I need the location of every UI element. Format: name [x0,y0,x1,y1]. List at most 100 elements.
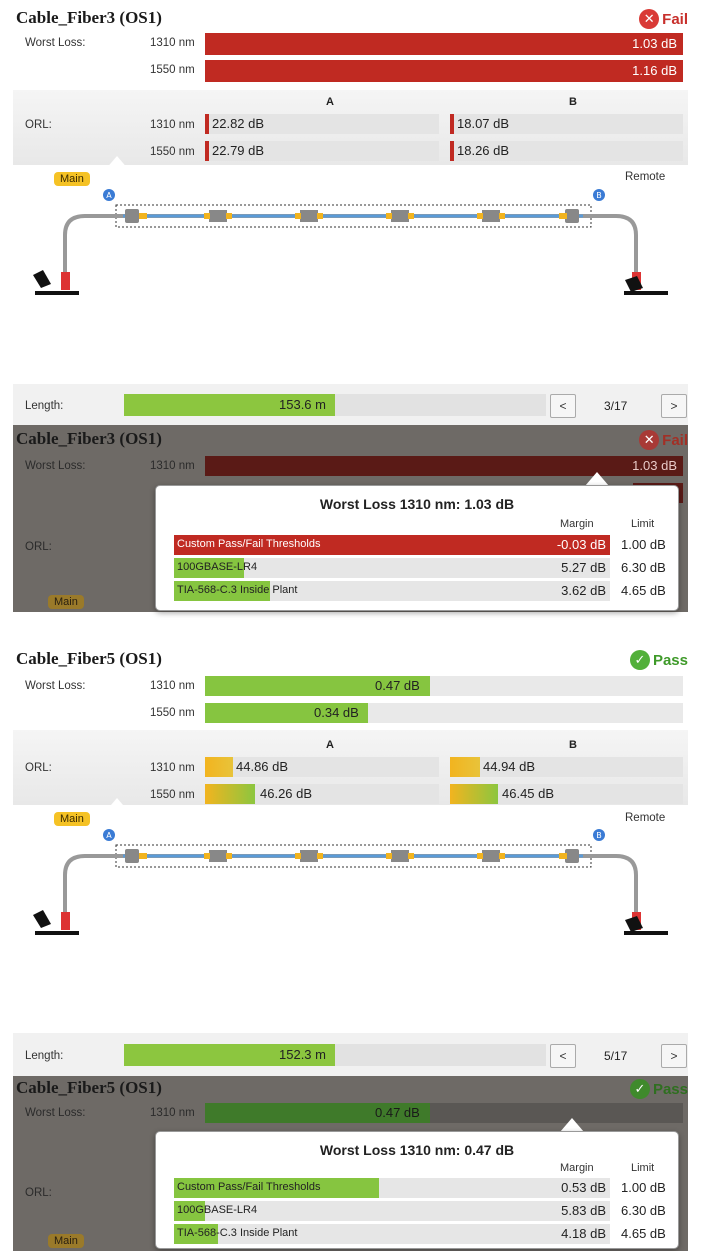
loss-wavelength: 1310 nm [150,1107,195,1119]
threshold-margin: -0.03 dB [556,537,606,552]
loss-bar-1310[interactable]: 1.03 dB [205,33,683,55]
threshold-row[interactable]: TIA-568-C.3 Inside Plant 3.62 dB [174,581,610,601]
loss-bar-1310[interactable]: 0.47 dB [205,1103,683,1123]
cable-title: Cable_Fiber5 (OS1) [16,1078,162,1097]
threshold-row[interactable]: 100GBASE-LR4 5.83 dB [174,1201,610,1221]
loss-bar-1550[interactable]: 0.34 dB [205,703,683,723]
orl-label: ORL: [25,541,52,553]
threshold-row[interactable]: Custom Pass/Fail Thresholds 0.53 dB [174,1178,610,1198]
loss-wavelength: 1310 nm [150,37,195,49]
loss-bar-1550[interactable]: 1.16 dB [205,60,683,82]
threshold-row[interactable]: TIA-568-C.3 Inside Plant 4.18 dB [174,1224,610,1244]
popup-title: Worst Loss 1310 nm: 0.47 dB [319,1142,515,1158]
orl-a-1550[interactable]: 46.26 dB [205,784,439,804]
prev-button[interactable]: < [550,394,576,418]
svg-text:A: A [106,191,112,200]
loss-value: 1.16 dB [632,63,677,78]
fiber-link-graphic: A B [33,829,668,935]
threshold-limit: 4.65 dB [621,1226,666,1241]
section-pointer [105,156,129,170]
threshold-margin: 5.83 dB [561,1203,606,1218]
worst-loss-label: Worst Loss: [25,37,86,49]
length-bar[interactable]: 152.3 m [124,1044,546,1066]
orl-bar-fill [450,141,454,161]
next-button[interactable]: > [661,394,687,418]
orl-b-1310[interactable]: 18.07 dB [450,114,683,134]
link-diagram: Main Remote A B [13,798,688,1028]
test-device-remote-icon [624,272,668,295]
length-value: 152.3 m [279,1047,326,1062]
orl-value: 44.94 dB [483,759,536,774]
result-panel-fiber5: Cable_Fiber5 (OS1) ✓ Pass Worst Loss: 13… [13,645,688,1076]
status-text: Pass [652,1080,688,1098]
page-indicator: 3/17 [604,399,628,413]
main-tag[interactable]: Main [48,1234,84,1248]
orl-b-1310[interactable]: 44.94 dB [450,757,683,777]
length-bar[interactable]: 153.6 m [124,394,546,416]
page-indicator: 5/17 [604,1049,628,1063]
limit-header: Limit [631,1162,655,1174]
orl-value: 44.86 dB [236,759,289,774]
loss-wavelength: 1550 nm [150,64,195,76]
orl-bar-fill [450,784,498,804]
status-badge: ✓ Pass [629,650,688,670]
result-panel-fiber3: Cable_Fiber3 (OS1) ✕ Fail Worst Loss: 13… [13,6,688,425]
loss-value: 0.47 dB [375,678,420,693]
fail-icon: ✕ [639,9,660,29]
orl-b-1550[interactable]: 18.26 dB [450,141,683,161]
loss-value: 1.03 dB [632,36,677,51]
threshold-limit: 4.65 dB [621,583,666,598]
column-a-header: A [326,739,334,751]
threshold-name: 100GBASE-LR4 [177,1204,258,1216]
orl-value: 18.26 dB [457,143,510,158]
loss-bar-fill [205,60,683,82]
loss-wavelength: 1310 nm [150,460,195,472]
length-value: 153.6 m [279,397,326,412]
orl-value: 46.26 dB [260,786,313,801]
status-text: Pass [652,651,688,669]
orl-bar-fill [205,784,255,804]
orl-wavelength: 1310 nm [150,119,195,131]
main-tag[interactable]: Main [48,595,84,609]
prev-button[interactable]: < [550,1044,576,1068]
popup-pointer [560,1118,584,1132]
link-diagram: Main Remote A B [13,156,688,382]
status-badge: ✓ Pass [629,1079,688,1099]
orl-label: ORL: [25,119,52,131]
orl-bar-fill [205,141,209,161]
threshold-margin: 0.53 dB [561,1180,606,1195]
svg-text:A: A [106,831,112,840]
orl-a-1550[interactable]: 22.79 dB [205,141,439,161]
loss-value: 1.03 dB [632,458,677,473]
threshold-name: TIA-568-C.3 Inside Plant [177,1227,298,1239]
status-badge: ✕ Fail [639,9,688,29]
threshold-row[interactable]: 100GBASE-LR4 5.27 dB [174,558,610,578]
orl-b-1550[interactable]: 46.45 dB [450,784,683,804]
popup-pointer [585,472,609,486]
threshold-name: 100GBASE-LR4 [177,561,258,573]
loss-bar-1310[interactable]: 1.03 dB [205,456,683,476]
loss-wavelength: 1550 nm [150,707,195,719]
orl-bar-fill [450,757,480,777]
test-device-remote-icon [624,912,668,935]
threshold-limit: 1.00 dB [621,537,666,552]
status-text: Fail [662,431,688,449]
popup-title: Worst Loss 1310 nm: 1.03 dB [319,496,515,512]
threshold-limit: 6.30 dB [621,1203,666,1218]
check-icon: ✓ [629,650,650,670]
column-b-header: B [569,96,577,108]
orl-bar-fill [450,114,454,134]
orl-value: 22.82 dB [212,116,265,131]
next-button[interactable]: > [661,1044,687,1068]
loss-bar-1310[interactable]: 0.47 dB [205,676,683,696]
margin-header: Margin [560,1162,594,1174]
column-b-header: B [569,739,577,751]
loss-value: 0.34 dB [314,705,359,720]
status-badge: ✕ Fail [639,430,688,450]
threshold-row[interactable]: Custom Pass/Fail Thresholds -0.03 dB [174,535,610,555]
loss-bar-fill [205,33,683,55]
worst-loss-popup: Worst Loss 1310 nm: 0.47 dB Margin Limit… [155,1131,679,1249]
orl-a-1310[interactable]: 44.86 dB [205,757,439,777]
cable-title: Cable_Fiber5 (OS1) [16,649,162,668]
orl-a-1310[interactable]: 22.82 dB [205,114,439,134]
